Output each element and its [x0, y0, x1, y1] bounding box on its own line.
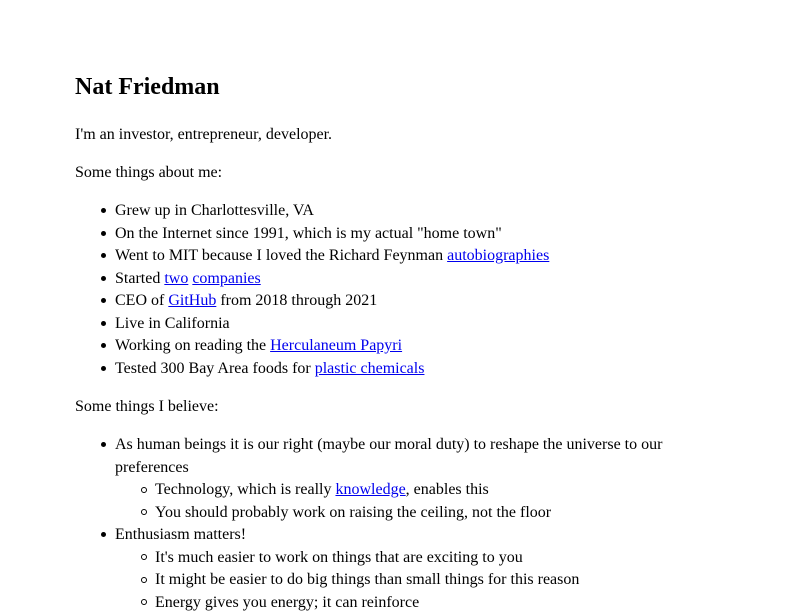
- list-item-text: , enables this: [406, 481, 489, 498]
- list-item: CEO of GitHub from 2018 through 2021: [75, 290, 549, 313]
- page-title: Nat Friedman: [75, 73, 220, 101]
- about-heading: Some things about me:: [75, 162, 222, 184]
- about-list: Grew up in Charlottesville, VA On the In…: [75, 200, 549, 380]
- github-link[interactable]: GitHub: [168, 292, 216, 309]
- sub-list-item: Energy gives you energy; it can reinforc…: [75, 592, 675, 614]
- list-item: Started two companies: [75, 268, 549, 291]
- list-item-text: Started: [115, 270, 164, 287]
- list-item: Enthusiasm matters! It's much easier to …: [75, 524, 675, 614]
- list-item-text: On the Internet since 1991, which is my …: [115, 225, 502, 242]
- herculaneum-papyri-link[interactable]: Herculaneum Papyri: [270, 337, 402, 354]
- list-item-text: It's much easier to work on things that …: [155, 549, 523, 566]
- list-item-text: It might be easier to do big things than…: [155, 571, 579, 588]
- list-item-text: As human beings it is our right (maybe o…: [115, 436, 662, 476]
- sub-list: Technology, which is really knowledge, e…: [75, 479, 675, 524]
- list-item-text: Live in California: [115, 315, 230, 332]
- sub-list-item: You should probably work on raising the …: [75, 502, 675, 525]
- list-item-text: Grew up in Charlottesville, VA: [115, 202, 314, 219]
- knowledge-link[interactable]: knowledge: [335, 481, 405, 498]
- sub-list-item: It might be easier to do big things than…: [75, 569, 675, 592]
- list-item: Working on reading the Herculaneum Papyr…: [75, 335, 549, 358]
- list-item-text: Enthusiasm matters!: [115, 526, 246, 543]
- sub-list-item: Technology, which is really knowledge, e…: [75, 479, 675, 502]
- plastic-chemicals-link[interactable]: plastic chemicals: [315, 360, 425, 377]
- beliefs-heading: Some things I believe:: [75, 396, 219, 418]
- list-item-text: from 2018 through 2021: [216, 292, 377, 309]
- list-item: Live in California: [75, 313, 549, 336]
- list-item: Tested 300 Bay Area foods for plastic ch…: [75, 358, 549, 381]
- list-item: Grew up in Charlottesville, VA: [75, 200, 549, 223]
- sub-list: It's much easier to work on things that …: [75, 547, 675, 614]
- beliefs-list: As human beings it is our right (maybe o…: [75, 434, 675, 614]
- two-link[interactable]: two: [164, 270, 188, 287]
- autobiographies-link[interactable]: autobiographies: [447, 247, 549, 264]
- list-item-text: Technology, which is really: [155, 481, 335, 498]
- list-item-text: CEO of: [115, 292, 168, 309]
- list-item: Went to MIT because I loved the Richard …: [75, 245, 549, 268]
- sub-list-item: It's much easier to work on things that …: [75, 547, 675, 570]
- list-item-text: Energy gives you energy; it can reinforc…: [155, 594, 419, 611]
- list-item-text: Went to MIT because I loved the Richard …: [115, 247, 447, 264]
- list-item: On the Internet since 1991, which is my …: [75, 223, 549, 246]
- list-item-text: Working on reading the: [115, 337, 270, 354]
- list-item-text: You should probably work on raising the …: [155, 504, 551, 521]
- list-item: As human beings it is our right (maybe o…: [75, 434, 675, 524]
- companies-link[interactable]: companies: [192, 270, 260, 287]
- intro-text: I'm an investor, entrepreneur, developer…: [75, 124, 332, 146]
- list-item-text: Tested 300 Bay Area foods for: [115, 360, 315, 377]
